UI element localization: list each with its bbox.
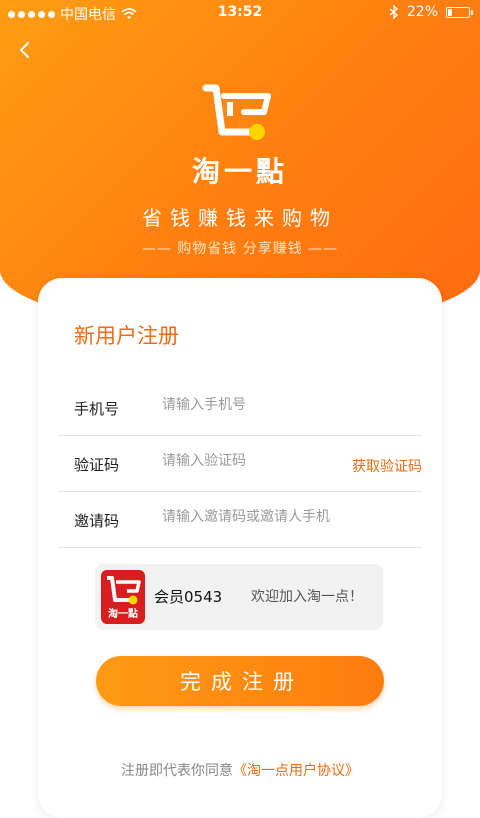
battery-percent: 22% [406, 4, 438, 20]
bluetooth-icon [389, 5, 398, 19]
phone-row: 手机号 [58, 380, 422, 436]
status-right: 22% [389, 4, 473, 20]
avatar: 淘一點 [101, 570, 145, 624]
invite-label: 邀请码 [74, 512, 120, 530]
agreement-text: 注册即代表你同意《淘一点用户协议》 [38, 760, 442, 780]
complete-register-button[interactable]: 完成注册 [96, 656, 384, 706]
agreement-prefix: 注册即代表你同意 [121, 763, 233, 779]
agreement-link[interactable]: 《淘一点用户协议》 [233, 763, 359, 779]
slogan: 省钱赚钱来购物 [142, 206, 338, 230]
welcome-text: 欢迎加入淘一点！ [251, 589, 363, 605]
status-bar: 中国电信 13:52 22% [0, 0, 480, 26]
cart-logo-icon [202, 84, 271, 140]
phone-input[interactable] [162, 397, 362, 413]
avatar-brand: 淘一點 [108, 607, 138, 620]
subtitle: —— 购物省钱 分享赚钱 —— [141, 241, 339, 257]
brand-name: 淘一點 [191, 155, 288, 188]
get-code-button[interactable]: 获取验证码 [352, 456, 422, 476]
back-button[interactable] [12, 36, 40, 64]
code-input[interactable] [162, 453, 322, 469]
cart-logo-icon: 淘一點 [107, 576, 141, 620]
invite-row: 邀请码 [58, 492, 422, 548]
form-title: 新用户注册 [74, 324, 179, 348]
phone-label: 手机号 [74, 400, 120, 418]
back-icon [20, 42, 29, 58]
battery-icon [446, 6, 473, 18]
invite-input[interactable] [162, 509, 412, 525]
welcome-notice: 淘一點 会员0543 欢迎加入淘一点！ [95, 564, 383, 630]
code-row: 验证码 获取验证码 [58, 436, 422, 492]
code-label: 验证码 [74, 456, 120, 474]
member-name: 会员0543 [154, 588, 223, 606]
register-card: 新用户注册 手机号 验证码 获取验证码 邀请码 淘一點 会员0543 欢迎加入淘… [38, 278, 442, 818]
